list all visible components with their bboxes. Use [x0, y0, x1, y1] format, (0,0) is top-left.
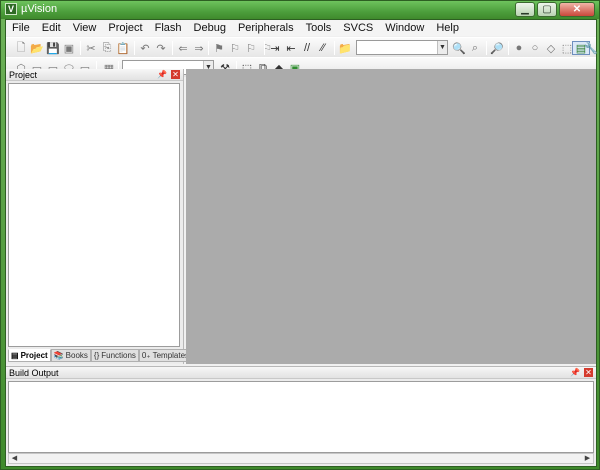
menu-debug[interactable]: Debug [188, 20, 232, 36]
find-icon[interactable]: 🔍 [452, 41, 466, 55]
toolbar-separator [80, 41, 81, 55]
menu-window[interactable]: Window [379, 20, 430, 36]
horizontal-scrollbar[interactable]: ◀ ▶ [8, 453, 594, 464]
close-icon[interactable]: ✕ [584, 368, 593, 377]
toolbar-separator [486, 41, 487, 55]
menu-peripherals[interactable]: Peripherals [232, 20, 300, 36]
cut-icon[interactable]: ✂ [84, 41, 98, 55]
project-tree[interactable] [8, 83, 180, 347]
indent-icon[interactable]: ⇥ [268, 41, 282, 55]
menu-svcs[interactable]: SVCS [337, 20, 379, 36]
project-tab-icon: ▤ [11, 350, 19, 360]
menu-bar: File Edit View Project Flash Debug Perip… [6, 20, 596, 36]
client-area: File Edit View Project Flash Debug Perip… [5, 19, 598, 467]
debug-session-icon[interactable]: ● [512, 41, 526, 55]
undo-icon[interactable]: ↶ [138, 41, 152, 55]
menu-file[interactable]: File [6, 20, 36, 36]
new-file-icon[interactable]: 🗋 [14, 41, 28, 55]
find-in-files-icon[interactable]: 📁 [338, 41, 352, 55]
editor-area[interactable] [186, 69, 596, 364]
tab-label: Books [65, 350, 88, 360]
uncomment-icon[interactable]: ⁄⁄ [316, 41, 330, 55]
redo-icon[interactable]: ↷ [154, 41, 168, 55]
toolbar-separator [264, 41, 265, 55]
books-icon: 📚 [53, 350, 64, 360]
find-combobox[interactable]: ▼ [356, 40, 448, 55]
scroll-right-icon[interactable]: ▶ [582, 454, 593, 463]
incremental-find-icon[interactable]: 🔎 [490, 41, 504, 55]
menu-tools[interactable]: Tools [300, 20, 338, 36]
breakpoint-icon[interactable]: ○ [528, 41, 542, 55]
configure-wrench-icon[interactable]: 🔧 [584, 41, 598, 55]
bookmark-next-icon[interactable]: ⚐ [244, 41, 258, 55]
toolbar-separator [334, 41, 335, 55]
menu-help[interactable]: Help [430, 20, 465, 36]
pin-icon[interactable]: 📌 [570, 368, 580, 378]
minimize-button[interactable]: ▁ [515, 2, 535, 17]
app-window: V µVision ▁ ▢ ✕ File Edit View Project F… [0, 0, 600, 470]
project-pane-title: Project [9, 70, 38, 80]
open-folder-icon[interactable]: 📂 [30, 41, 44, 55]
tab-books[interactable]: 📚 Books [50, 349, 91, 362]
toolbar-separator [134, 41, 135, 55]
close-window-button[interactable]: ✕ [559, 2, 595, 17]
tab-label: Templates [152, 350, 190, 360]
pin-icon[interactable]: 📌 [157, 70, 167, 80]
build-output-header: Build Output 📌 ✕ [6, 367, 596, 379]
project-pane-header: Project 📌 ✕ [6, 69, 183, 81]
paste-icon[interactable]: 📋 [116, 41, 130, 55]
navigate-back-icon[interactable]: ⇐ [176, 41, 190, 55]
menu-edit[interactable]: Edit [36, 20, 67, 36]
build-output-text[interactable] [8, 381, 594, 453]
window-title: µVision [21, 3, 58, 15]
tab-label: Functions [101, 350, 136, 360]
toolbar-separator [172, 41, 173, 55]
toolbar-separator [508, 41, 509, 55]
unindent-icon[interactable]: ⇤ [284, 41, 298, 55]
menu-project[interactable]: Project [102, 20, 148, 36]
tab-functions[interactable]: {} Functions [90, 349, 139, 362]
uvision-app-icon: V [5, 3, 17, 15]
build-output-pane: Build Output 📌 ✕ ◀ ▶ [6, 366, 596, 466]
project-pane: Project 📌 ✕ ▤ Project 📚 Books {} Functio… [6, 69, 193, 364]
menu-view[interactable]: View [67, 20, 103, 36]
tab-project[interactable]: ▤ Project [8, 349, 51, 362]
templates-icon: 0₊ [141, 350, 151, 360]
save-icon[interactable]: 💾 [46, 41, 60, 55]
file-toolbar: 🗋 📂 💾 ▣ ✂ ⎘ 📋 ↶ ↷ ⇐ ⇒ ⚑ ⚐ ⚐ ⚐ ⇥ ⇤ // ⁄⁄ [6, 37, 598, 57]
find-next-icon[interactable]: ⌕ [468, 41, 482, 55]
window-controls: ▁ ▢ ✕ [515, 2, 595, 17]
close-icon[interactable]: ✕ [171, 70, 180, 79]
toolbar-separator [208, 41, 209, 55]
project-pane-tabs: ▤ Project 📚 Books {} Functions 0₊ Templa… [8, 349, 193, 362]
tab-label: Project [20, 350, 48, 360]
step-icon[interactable]: ◇ [544, 41, 558, 55]
tab-templates[interactable]: 0₊ Templates [138, 349, 193, 362]
save-all-icon[interactable]: ▣ [62, 41, 76, 55]
maximize-button[interactable]: ▢ [537, 2, 557, 17]
scroll-left-icon[interactable]: ◀ [9, 454, 20, 463]
bookmark-toggle-icon[interactable]: ⚑ [212, 41, 226, 55]
build-output-title: Build Output [9, 368, 59, 378]
navigate-forward-icon[interactable]: ⇒ [192, 41, 206, 55]
functions-icon: {} [93, 350, 100, 360]
comment-icon[interactable]: // [300, 41, 314, 55]
copy-icon[interactable]: ⎘ [100, 41, 114, 55]
menu-flash[interactable]: Flash [149, 20, 188, 36]
bookmark-prev-icon[interactable]: ⚐ [228, 41, 242, 55]
chevron-down-icon[interactable]: ▼ [437, 41, 447, 54]
title-bar[interactable]: V µVision ▁ ▢ ✕ [1, 1, 599, 19]
